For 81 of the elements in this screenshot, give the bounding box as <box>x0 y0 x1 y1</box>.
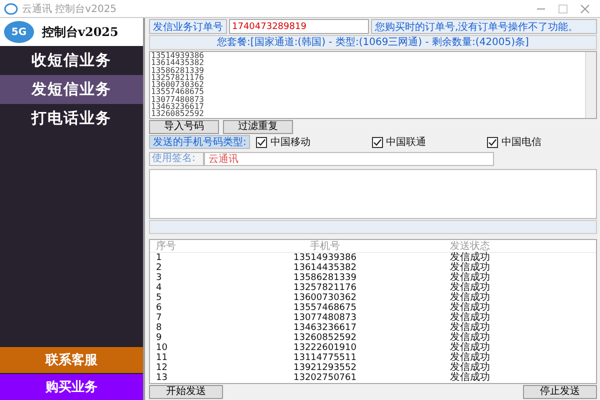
table-cell-text: 13260852592 <box>292 333 358 343</box>
signature-label: 使用签名: <box>149 152 204 166</box>
table-cell-text: 13114775511 <box>292 353 358 363</box>
checkbox-label: 中国移动 <box>270 136 310 149</box>
sidebar-button[interactable]: 购买业务 <box>0 373 143 400</box>
table-cell-text: 13463236617 <box>292 323 358 333</box>
table-cell-text: 13557468675 <box>292 303 358 313</box>
scrollbar[interactable] <box>585 52 596 118</box>
column-header: 序号 <box>155 240 177 252</box>
table-cell-text: 3 <box>155 273 163 283</box>
table-cell-text: 13600730362 <box>292 293 358 303</box>
phone-number: 13077480873 <box>151 96 205 104</box>
table-cell-text: 13921293552 <box>292 363 358 373</box>
table-cell-text: 发信成功 <box>449 373 491 383</box>
sidebar-button[interactable]: 联系客服 <box>0 346 143 373</box>
phone-number: 13463236617 <box>151 103 205 110</box>
table-cell-text: 发信成功 <box>449 323 491 333</box>
table-cell-text: 1 <box>155 253 163 263</box>
table-cell-text: 发信成功 <box>449 303 491 313</box>
checkbox[interactable] <box>256 136 268 148</box>
table-cell-text: 5 <box>155 293 163 303</box>
cloud-logo: 5G <box>4 21 34 43</box>
table-cell-text: 9 <box>155 333 163 343</box>
checkbox-label: 中国联通 <box>386 136 426 149</box>
table-cell-text: 8 <box>155 323 163 333</box>
window-title: 云通讯 控制台v2025 <box>22 2 117 16</box>
order-label: 发信业务订单号 <box>149 19 227 34</box>
table-cell-text: 2 <box>155 263 163 273</box>
action-button[interactable]: 开始发送 <box>149 385 223 399</box>
maximize-icon[interactable] <box>558 4 568 14</box>
table-cell-text: 7 <box>155 313 163 323</box>
table-cell-text: 4 <box>155 283 163 293</box>
table-cell-text: 13 <box>155 373 168 383</box>
package-info: 您套餐:[国家通道:(韩国) - 类型:(1069三网通) - 剩余数量:(42005)条] <box>149 35 597 50</box>
table-cell-text: 13257821176 <box>292 283 358 293</box>
table-cell-text: 12 <box>155 363 168 373</box>
checkbox[interactable] <box>372 136 383 148</box>
table-cell-text: 13514939386 <box>292 253 358 263</box>
table-cell-text: 发信成功 <box>449 263 491 273</box>
phone-number: 13514939386 <box>151 52 205 60</box>
action-button[interactable]: 停止发送 <box>523 385 597 399</box>
phone-number: 13600730362 <box>151 81 205 88</box>
phone-number: 13586281339 <box>151 66 205 74</box>
table-cell-text: 发信成功 <box>449 353 491 363</box>
logo-title: 控制台v2025 <box>42 24 118 40</box>
column-header: 手机号 <box>309 240 341 252</box>
table-cell-text: 发信成功 <box>449 273 491 283</box>
signature-input[interactable]: 云通讯 <box>204 152 494 166</box>
sidebar-item[interactable]: 收短信业务 <box>0 46 143 75</box>
table-cell-text: 13222601910 <box>292 343 358 353</box>
table-cell-text: 发信成功 <box>449 343 491 353</box>
table-cell-text: 发信成功 <box>449 363 491 373</box>
table-cell-text: 11 <box>155 353 168 363</box>
number-list-field[interactable]: 13514939386 13614435382 13586281339 13257821176 13600730362 13557468675 13077480873 13463236617 13260852592 <box>149 51 597 119</box>
checkbox[interactable] <box>487 136 498 148</box>
table-cell-text: 发信成功 <box>449 283 491 293</box>
table-cell-text: 发信成功 <box>449 313 491 323</box>
column-header: 发送状态 <box>449 240 491 252</box>
table-cell-text: 发信成功 <box>449 333 491 343</box>
checkbox-label: 中国电信 <box>501 136 542 149</box>
phone-number: 13260852592 <box>151 110 205 118</box>
sidebar-item[interactable]: 打电话业务 <box>0 104 143 133</box>
table-cell-text: 13614435382 <box>292 263 358 273</box>
phone-number: 13614435382 <box>151 59 205 67</box>
phone-number: 13257821176 <box>151 74 205 82</box>
table-cell-text: 13202750761 <box>292 373 358 383</box>
list-button[interactable]: 导入号码 <box>149 120 219 134</box>
order-hint: 您购买时的订单号,没有订单号操作不了功能。 <box>371 19 597 34</box>
table-cell-text: 13586281339 <box>292 273 358 283</box>
sidebar-item[interactable]: 发短信业务 <box>0 75 143 104</box>
phone-number: 13557468675 <box>151 88 205 96</box>
message-field[interactable] <box>149 169 597 219</box>
carrier-label: 发送的手机号码类型: <box>149 135 250 149</box>
table-cell-text: 13077480873 <box>292 313 358 323</box>
order-input[interactable]: 1740473289819 <box>229 19 369 34</box>
list-button[interactable]: 过滤重复 <box>223 120 293 134</box>
table-cell-text: 10 <box>155 343 168 353</box>
close-icon[interactable] <box>580 4 590 14</box>
table-cell-text: 发信成功 <box>449 293 491 303</box>
table-cell-text: 6 <box>155 303 163 313</box>
table-cell-text: 发信成功 <box>449 253 491 263</box>
